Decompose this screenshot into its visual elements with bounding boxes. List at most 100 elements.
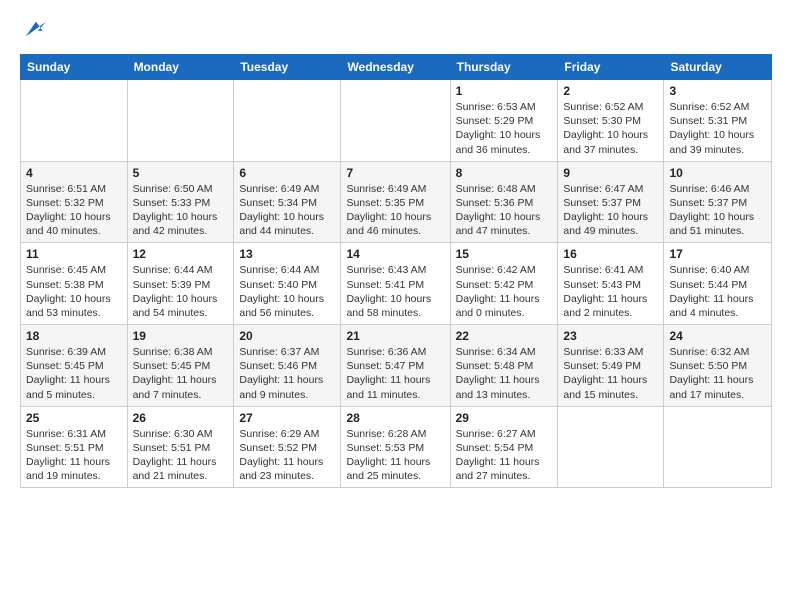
day-detail: Sunrise: 6:46 AM Sunset: 5:37 PM Dayligh…: [669, 182, 766, 239]
day-detail: Sunrise: 6:37 AM Sunset: 5:46 PM Dayligh…: [239, 345, 335, 402]
calendar-cell: [234, 80, 341, 162]
day-number: 24: [669, 329, 766, 343]
page-container: SundayMondayTuesdayWednesdayThursdayFrid…: [0, 0, 792, 498]
day-detail: Sunrise: 6:49 AM Sunset: 5:34 PM Dayligh…: [239, 182, 335, 239]
day-detail: Sunrise: 6:50 AM Sunset: 5:33 PM Dayligh…: [133, 182, 229, 239]
calendar-cell: 11 Sunrise: 6:45 AM Sunset: 5:38 PM Dayli…: [21, 243, 128, 325]
calendar-cell: 7 Sunrise: 6:49 AM Sunset: 5:35 PM Daylig…: [341, 161, 450, 243]
day-number: 6: [239, 166, 335, 180]
logo: [20, 16, 50, 44]
day-detail: Sunrise: 6:38 AM Sunset: 5:45 PM Dayligh…: [133, 345, 229, 402]
header-day-tuesday: Tuesday: [234, 55, 341, 80]
day-number: 27: [239, 411, 335, 425]
calendar-cell: 18 Sunrise: 6:39 AM Sunset: 5:45 PM Dayli…: [21, 325, 128, 407]
calendar-cell: 21 Sunrise: 6:36 AM Sunset: 5:47 PM Dayli…: [341, 325, 450, 407]
day-number: 5: [133, 166, 229, 180]
day-detail: Sunrise: 6:49 AM Sunset: 5:35 PM Dayligh…: [346, 182, 444, 239]
day-detail: Sunrise: 6:52 AM Sunset: 5:31 PM Dayligh…: [669, 100, 766, 157]
calendar-cell: 5 Sunrise: 6:50 AM Sunset: 5:33 PM Daylig…: [127, 161, 234, 243]
day-number: 8: [456, 166, 553, 180]
day-number: 28: [346, 411, 444, 425]
logo-icon: [22, 16, 50, 44]
day-number: 20: [239, 329, 335, 343]
day-detail: Sunrise: 6:42 AM Sunset: 5:42 PM Dayligh…: [456, 263, 553, 320]
day-number: 14: [346, 247, 444, 261]
day-detail: Sunrise: 6:47 AM Sunset: 5:37 PM Dayligh…: [563, 182, 658, 239]
day-number: 17: [669, 247, 766, 261]
day-number: 21: [346, 329, 444, 343]
calendar-cell: 4 Sunrise: 6:51 AM Sunset: 5:32 PM Daylig…: [21, 161, 128, 243]
day-detail: Sunrise: 6:33 AM Sunset: 5:49 PM Dayligh…: [563, 345, 658, 402]
day-number: 26: [133, 411, 229, 425]
calendar-cell: [664, 406, 772, 488]
day-detail: Sunrise: 6:39 AM Sunset: 5:45 PM Dayligh…: [26, 345, 122, 402]
day-detail: Sunrise: 6:40 AM Sunset: 5:44 PM Dayligh…: [669, 263, 766, 320]
day-number: 23: [563, 329, 658, 343]
header-section: [20, 16, 772, 44]
day-detail: Sunrise: 6:48 AM Sunset: 5:36 PM Dayligh…: [456, 182, 553, 239]
calendar-cell: [21, 80, 128, 162]
calendar-cell: 13Sunrise: 6:44 AM Sunset: 5:40 PM Dayli…: [234, 243, 341, 325]
calendar-cell: 24 Sunrise: 6:32 AM Sunset: 5:50 PM Dayli…: [664, 325, 772, 407]
calendar-cell: 25Sunrise: 6:31 AM Sunset: 5:51 PM Dayli…: [21, 406, 128, 488]
calendar-cell: 17 Sunrise: 6:40 AM Sunset: 5:44 PM Dayli…: [664, 243, 772, 325]
calendar-cell: 6 Sunrise: 6:49 AM Sunset: 5:34 PM Daylig…: [234, 161, 341, 243]
week-row-5: 25Sunrise: 6:31 AM Sunset: 5:51 PM Dayli…: [21, 406, 772, 488]
calendar-cell: 16 Sunrise: 6:41 AM Sunset: 5:43 PM Dayli…: [558, 243, 664, 325]
day-detail: Sunrise: 6:30 AM Sunset: 5:51 PM Dayligh…: [133, 427, 229, 484]
day-number: 4: [26, 166, 122, 180]
week-row-2: 4 Sunrise: 6:51 AM Sunset: 5:32 PM Daylig…: [21, 161, 772, 243]
calendar-cell: 3 Sunrise: 6:52 AM Sunset: 5:31 PM Daylig…: [664, 80, 772, 162]
day-detail: Sunrise: 6:36 AM Sunset: 5:47 PM Dayligh…: [346, 345, 444, 402]
day-number: 2: [563, 84, 658, 98]
day-detail: Sunrise: 6:41 AM Sunset: 5:43 PM Dayligh…: [563, 263, 658, 320]
day-number: 12: [133, 247, 229, 261]
calendar-table: SundayMondayTuesdayWednesdayThursdayFrid…: [20, 54, 772, 488]
day-detail: Sunrise: 6:28 AM Sunset: 5:53 PM Dayligh…: [346, 427, 444, 484]
day-detail: Sunrise: 6:52 AM Sunset: 5:30 PM Dayligh…: [563, 100, 658, 157]
calendar-cell: 9Sunrise: 6:47 AM Sunset: 5:37 PM Daylig…: [558, 161, 664, 243]
calendar-cell: 19 Sunrise: 6:38 AM Sunset: 5:45 PM Dayli…: [127, 325, 234, 407]
day-number: 19: [133, 329, 229, 343]
day-number: 25: [26, 411, 122, 425]
header-day-saturday: Saturday: [664, 55, 772, 80]
calendar-header-row: SundayMondayTuesdayWednesdayThursdayFrid…: [21, 55, 772, 80]
calendar-cell: 22 Sunrise: 6:34 AM Sunset: 5:48 PM Dayli…: [450, 325, 558, 407]
calendar-cell: 14Sunrise: 6:43 AM Sunset: 5:41 PM Dayli…: [341, 243, 450, 325]
calendar-cell: 27 Sunrise: 6:29 AM Sunset: 5:52 PM Dayli…: [234, 406, 341, 488]
calendar-cell: 10 Sunrise: 6:46 AM Sunset: 5:37 PM Dayli…: [664, 161, 772, 243]
day-detail: Sunrise: 6:32 AM Sunset: 5:50 PM Dayligh…: [669, 345, 766, 402]
day-number: 1: [456, 84, 553, 98]
calendar-cell: [558, 406, 664, 488]
day-number: 16: [563, 247, 658, 261]
day-detail: Sunrise: 6:51 AM Sunset: 5:32 PM Dayligh…: [26, 182, 122, 239]
day-detail: Sunrise: 6:44 AM Sunset: 5:40 PM Dayligh…: [239, 263, 335, 320]
calendar-cell: 2 Sunrise: 6:52 AM Sunset: 5:30 PM Daylig…: [558, 80, 664, 162]
day-number: 11: [26, 247, 122, 261]
day-detail: Sunrise: 6:45 AM Sunset: 5:38 PM Dayligh…: [26, 263, 122, 320]
day-number: 7: [346, 166, 444, 180]
calendar-cell: 29Sunrise: 6:27 AM Sunset: 5:54 PM Dayli…: [450, 406, 558, 488]
day-number: 3: [669, 84, 766, 98]
calendar-cell: 15 Sunrise: 6:42 AM Sunset: 5:42 PM Dayli…: [450, 243, 558, 325]
calendar-cell: 28 Sunrise: 6:28 AM Sunset: 5:53 PM Dayli…: [341, 406, 450, 488]
day-detail: Sunrise: 6:29 AM Sunset: 5:52 PM Dayligh…: [239, 427, 335, 484]
week-row-4: 18 Sunrise: 6:39 AM Sunset: 5:45 PM Dayli…: [21, 325, 772, 407]
day-detail: Sunrise: 6:27 AM Sunset: 5:54 PM Dayligh…: [456, 427, 553, 484]
calendar-cell: 8 Sunrise: 6:48 AM Sunset: 5:36 PM Daylig…: [450, 161, 558, 243]
day-number: 10: [669, 166, 766, 180]
day-number: 18: [26, 329, 122, 343]
header-day-monday: Monday: [127, 55, 234, 80]
calendar-cell: [341, 80, 450, 162]
calendar-cell: 20 Sunrise: 6:37 AM Sunset: 5:46 PM Dayli…: [234, 325, 341, 407]
day-detail: Sunrise: 6:34 AM Sunset: 5:48 PM Dayligh…: [456, 345, 553, 402]
header-day-thursday: Thursday: [450, 55, 558, 80]
calendar-cell: 23 Sunrise: 6:33 AM Sunset: 5:49 PM Dayli…: [558, 325, 664, 407]
day-detail: Sunrise: 6:53 AM Sunset: 5:29 PM Dayligh…: [456, 100, 553, 157]
day-number: 15: [456, 247, 553, 261]
header-day-sunday: Sunday: [21, 55, 128, 80]
calendar-cell: 1 Sunrise: 6:53 AM Sunset: 5:29 PM Daylig…: [450, 80, 558, 162]
day-number: 22: [456, 329, 553, 343]
calendar-cell: 26 Sunrise: 6:30 AM Sunset: 5:51 PM Dayli…: [127, 406, 234, 488]
calendar-cell: 12Sunrise: 6:44 AM Sunset: 5:39 PM Dayli…: [127, 243, 234, 325]
